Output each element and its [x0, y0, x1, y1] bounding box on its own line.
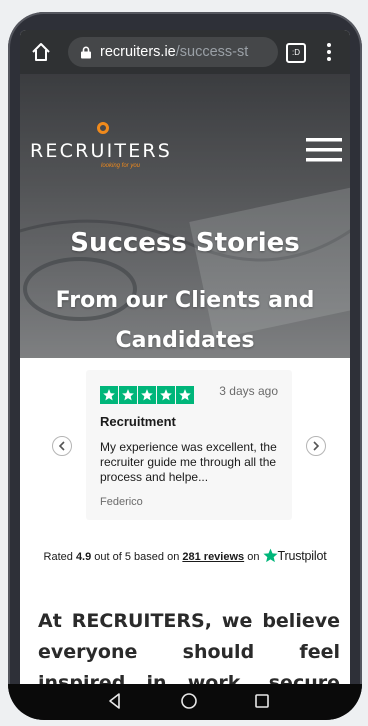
- screen: recruiters.ie/success-st :D RECRUITERS l…: [20, 30, 350, 708]
- logo-tagline: looking for you: [101, 163, 141, 169]
- review-title: Recruitment: [100, 414, 176, 429]
- browser-toolbar: recruiters.ie/success-st :D: [20, 30, 350, 74]
- star-icon: [157, 386, 175, 404]
- page-title: Success Stories: [70, 228, 300, 258]
- system-nav-bar: [8, 684, 362, 720]
- site-logo[interactable]: RECRUITERS: [30, 140, 172, 162]
- rating-score: 4.9: [75, 551, 92, 563]
- url-host: recruiters.ie: [100, 44, 176, 60]
- carousel-prev-button[interactable]: [52, 436, 72, 456]
- url-text: recruiters.ie/success-st: [100, 44, 276, 60]
- recent-apps-icon[interactable]: [254, 693, 270, 709]
- star-icon: [119, 386, 137, 404]
- star-icon: [176, 386, 194, 404]
- back-icon[interactable]: [106, 692, 124, 710]
- logo-mark-icon: [97, 122, 109, 134]
- hamburger-menu-icon[interactable]: [306, 136, 342, 164]
- tab-switcher-icon[interactable]: :D: [286, 43, 306, 63]
- rating-prefix: Rated: [43, 551, 73, 563]
- trustpilot-rating: Rated 4.9 out of 5 based on 281 reviews …: [20, 548, 350, 563]
- review-card[interactable]: 3 days ago Recruitment My experience was…: [86, 370, 292, 520]
- review-time: 3 days ago: [219, 384, 278, 398]
- main-content: 3 days ago Recruitment My experience was…: [20, 358, 350, 708]
- page-subtitle: From our Clients and Candidates: [55, 288, 315, 353]
- reviews-link[interactable]: 281 reviews: [182, 551, 244, 563]
- phone-frame: recruiters.ie/success-st :D RECRUITERS l…: [8, 12, 362, 720]
- url-bar[interactable]: recruiters.ie/success-st: [68, 37, 278, 67]
- carousel-next-button[interactable]: [306, 436, 326, 456]
- home-icon[interactable]: [30, 41, 52, 63]
- rating-out-of: out of 5 based on: [94, 551, 180, 563]
- home-circle-icon[interactable]: [180, 692, 198, 710]
- star-rating: [100, 386, 194, 404]
- hero-banner: RECRUITERS looking for you Success Stori…: [20, 74, 350, 358]
- trustpilot-star-icon: [262, 548, 278, 563]
- more-menu-icon[interactable]: [326, 42, 332, 62]
- chevron-left-icon: [58, 441, 65, 451]
- star-icon: [100, 386, 118, 404]
- review-author: Federico: [100, 496, 143, 508]
- star-icon: [138, 386, 156, 404]
- rating-on: on: [247, 551, 260, 563]
- lock-icon: [81, 46, 91, 59]
- trustpilot-logo[interactable]: Trustpilot: [278, 549, 327, 563]
- chevron-right-icon: [313, 441, 320, 451]
- url-path: /success-st: [175, 44, 249, 60]
- review-body: My experience was excellent, the recruit…: [100, 440, 277, 484]
